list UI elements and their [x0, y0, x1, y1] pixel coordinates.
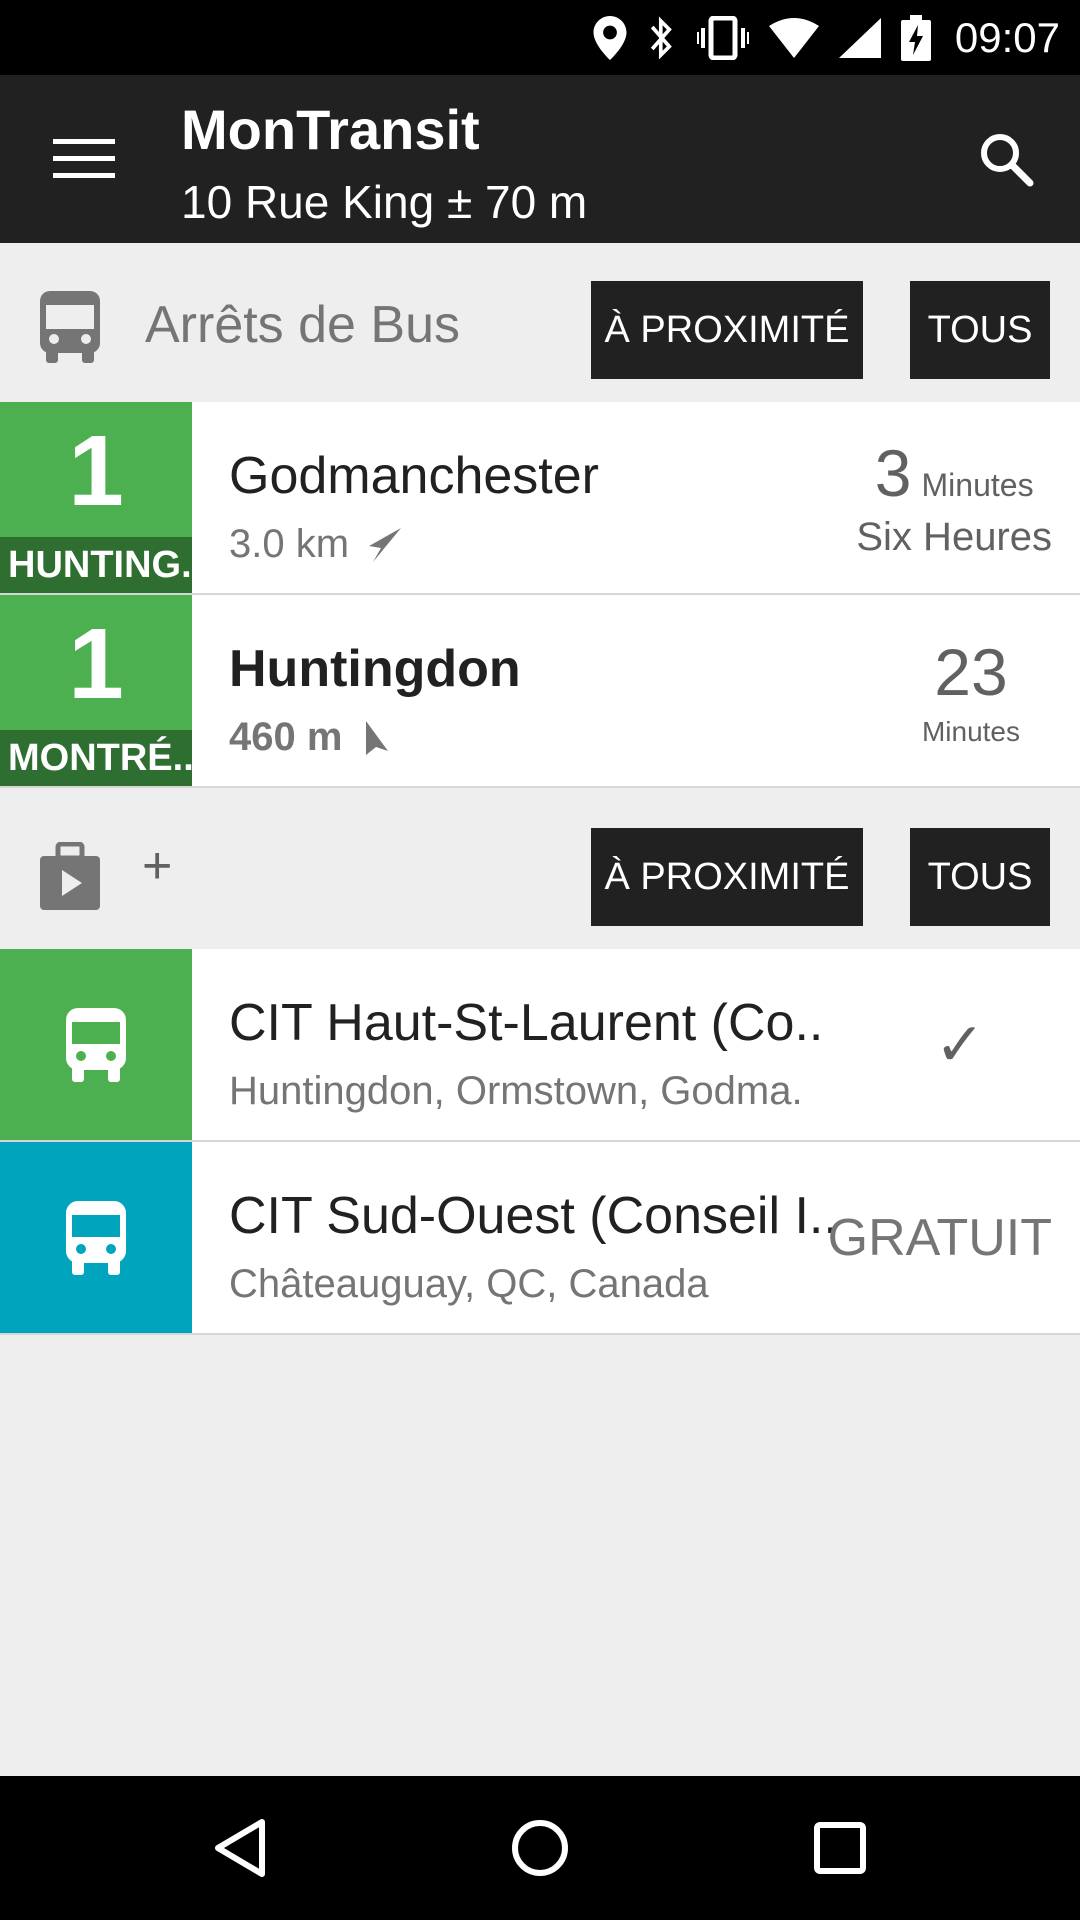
- agency-row-sud-ouest[interactable]: CIT Sud-Ouest (Conseil I.. Châteauguay, …: [0, 1142, 1080, 1335]
- status-bar: 09:07: [0, 0, 1080, 75]
- bluetooth-icon: [650, 15, 672, 60]
- compass-arrow-icon: [366, 720, 389, 755]
- agency-badge: [0, 949, 192, 1140]
- search-button[interactable]: [962, 115, 1050, 203]
- agency-name: CIT Sud-Ouest (Conseil I..: [229, 1187, 838, 1245]
- stop-name: Huntingdon: [229, 640, 521, 698]
- bus-icon: [66, 1007, 126, 1082]
- agency-location: Châteauguay, QC, Canada: [229, 1262, 709, 1306]
- location-subtitle: 10 Rue King ± 70 m: [181, 176, 588, 228]
- agency-status: GRATUIT: [828, 1142, 1052, 1333]
- stop-distance: 3.0 km: [229, 522, 350, 566]
- status-time: 09:07: [954, 13, 1060, 61]
- home-button[interactable]: [490, 1806, 590, 1890]
- app-bar: MonTransit 10 Rue King ± 70 m: [0, 75, 1080, 243]
- stop-row-huntingdon[interactable]: 1 MONTRÉ.. Huntingdon 460 m 23 Minutes: [0, 595, 1080, 788]
- bus-icon: [40, 291, 100, 363]
- location-icon: [593, 15, 627, 60]
- menu-button[interactable]: [40, 115, 128, 203]
- route-direction: MONTRÉ..: [0, 730, 192, 786]
- stop-distance-line: 460 m: [229, 715, 390, 760]
- store-bag-icon: [40, 842, 100, 910]
- agency-location: Huntingdon, Ormstown, Godma.: [229, 1069, 803, 1113]
- stop-name: Godmanchester: [229, 447, 599, 505]
- app-title: MonTransit: [181, 98, 480, 161]
- route-direction: HUNTING..: [0, 537, 192, 593]
- arrival-time: 23 Minutes: [922, 595, 1020, 786]
- agency-name: CIT Haut-St-Laurent (Co..: [229, 994, 824, 1052]
- wifi-icon: [768, 17, 819, 58]
- nearby-button[interactable]: À PROXIMITÉ: [591, 281, 863, 379]
- nearby-button[interactable]: À PROXIMITÉ: [591, 828, 863, 926]
- route-number: 1: [68, 415, 124, 527]
- back-button[interactable]: [190, 1806, 290, 1890]
- time-unit: Minutes: [921, 467, 1034, 503]
- agency-status: ✓: [935, 949, 985, 1140]
- agencies-header: + À PROXIMITÉ TOUS: [0, 790, 1080, 950]
- compass-arrow-icon: [369, 527, 402, 562]
- route-number: 1: [68, 608, 124, 720]
- section-title: Arrêts de Bus: [145, 296, 461, 354]
- agency-badge: [0, 1142, 192, 1333]
- vibrate-icon: [696, 15, 749, 60]
- battery-charging-icon: [900, 14, 931, 61]
- free-label: GRATUIT: [827, 1208, 1052, 1267]
- route-badge: 1 HUNTING..: [0, 402, 192, 593]
- menu-icon: [53, 139, 115, 178]
- bus-stops-header: Arrêts de Bus À PROXIMITÉ TOUS: [0, 243, 1080, 403]
- route-badge: 1 MONTRÉ..: [0, 595, 192, 786]
- all-button[interactable]: TOUS: [910, 281, 1050, 379]
- all-button[interactable]: TOUS: [910, 828, 1050, 926]
- time-unit: Minutes: [921, 715, 1020, 747]
- time-headsign: Six Heures: [856, 515, 1052, 559]
- agency-row-haut-st-laurent[interactable]: CIT Haut-St-Laurent (Co.. Huntingdon, Or…: [0, 949, 1080, 1142]
- home-icon: [512, 1820, 568, 1876]
- navigation-bar: [0, 1776, 1080, 1920]
- check-icon: ✓: [934, 1010, 985, 1078]
- search-icon: [981, 134, 1034, 187]
- recents-button[interactable]: [790, 1806, 890, 1890]
- recents-icon: [814, 1822, 866, 1874]
- signal-icon: [838, 17, 881, 58]
- stop-distance-line: 3.0 km: [229, 522, 403, 567]
- status-icons: 09:07: [593, 0, 1060, 75]
- time-value: 3: [874, 436, 912, 510]
- time-value: 23: [934, 634, 1008, 709]
- back-icon: [215, 1819, 265, 1877]
- add-icon[interactable]: +: [142, 836, 172, 896]
- stop-distance: 460 m: [229, 715, 343, 759]
- bus-icon: [66, 1200, 126, 1275]
- arrival-time: 3 Minutes Six Heures: [856, 402, 1052, 593]
- stop-row-godmanchester[interactable]: 1 HUNTING.. Godmanchester 3.0 km 3 Minut…: [0, 402, 1080, 595]
